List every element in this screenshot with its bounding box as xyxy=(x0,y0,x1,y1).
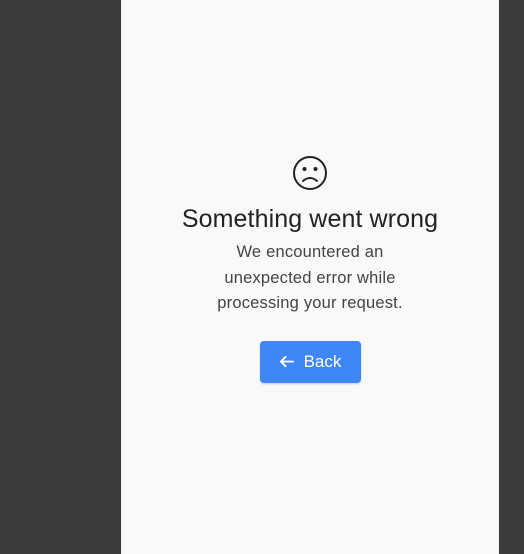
sad-face-icon xyxy=(293,156,327,190)
back-button[interactable]: Back xyxy=(259,340,361,383)
error-title: Something went wrong xyxy=(181,205,439,233)
error-content: Something went wrong We encountered an u… xyxy=(121,155,499,383)
error-message: We encountered an unexpected error while… xyxy=(217,243,403,312)
error-panel: Something went wrong We encountered an u… xyxy=(121,0,499,554)
app-window: Something went wrong We encountered an u… xyxy=(0,0,524,554)
back-button-label: Back xyxy=(303,351,342,371)
arrow-left-icon xyxy=(279,355,294,368)
